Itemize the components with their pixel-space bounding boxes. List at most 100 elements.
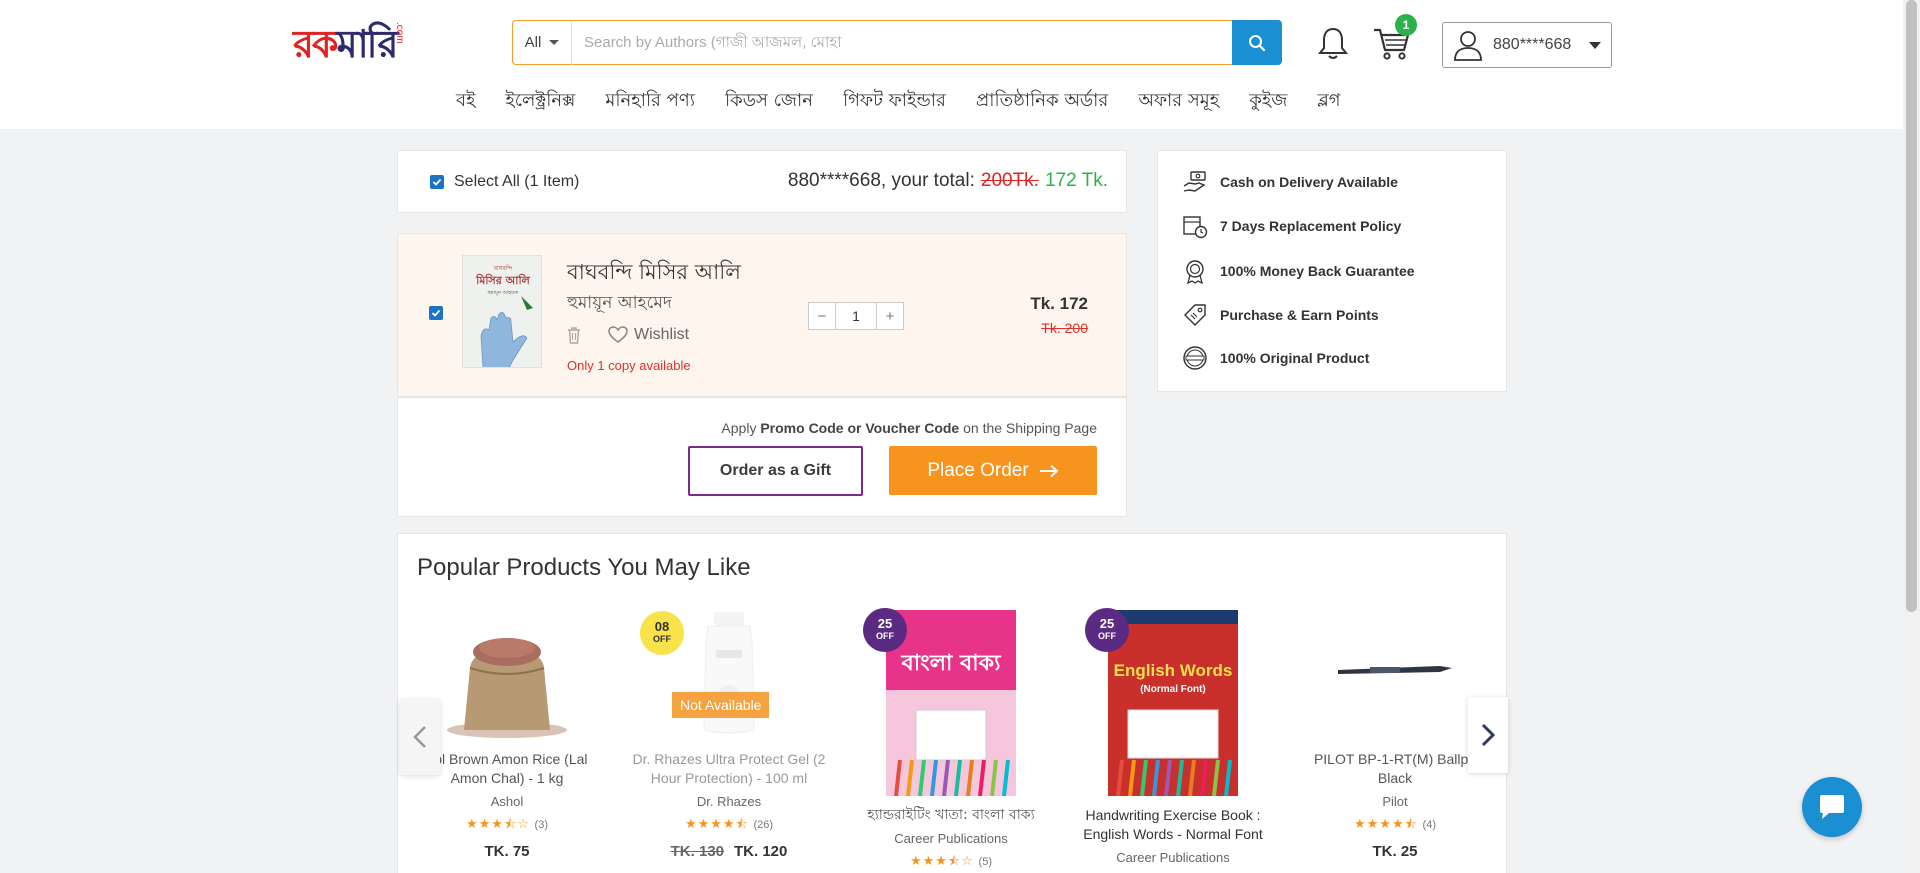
wishlist-button[interactable]: Wishlist: [608, 326, 689, 344]
nav-item-electronics[interactable]: ইলেক্ট্রনিক্স: [505, 86, 575, 117]
product-name[interactable]: Dr. Rhazes Ultra Protect Gel (2: [629, 750, 829, 769]
nav-item-institutional-order[interactable]: প্রাতিষ্ঠানিক অর্ডার: [976, 86, 1108, 117]
checkout-actions: Apply Promo Code or Voucher Code on the …: [397, 397, 1127, 517]
discount-badge: 08 OFF: [640, 611, 684, 655]
product-brand: Pilot: [1382, 794, 1408, 809]
quantity-increase-button[interactable]: +: [876, 302, 904, 330]
product-image[interactable]: [442, 610, 572, 740]
star-rating: ★★★★⯪: [1353, 816, 1418, 831]
item-price-now: Tk. 172: [1030, 294, 1088, 313]
product-image[interactable]: [1330, 610, 1460, 740]
notification-bell-icon[interactable]: [1316, 25, 1350, 61]
search-category-select[interactable]: All: [512, 20, 572, 65]
search-input[interactable]: [572, 20, 1232, 65]
item-price-was: Tk. 200: [1041, 320, 1088, 336]
nav-item-quiz[interactable]: কুইজ: [1249, 86, 1287, 117]
rating-stars: ★★★★⯪ (26): [629, 815, 829, 837]
rating-stars: ★★★★⯪ (4): [1295, 815, 1495, 837]
star-rating: ★★★★⯪: [684, 816, 749, 831]
account-menu-button[interactable]: 880****668: [1442, 22, 1612, 68]
search-button[interactable]: [1232, 20, 1282, 65]
star-rating: ★★★⯪☆: [909, 853, 974, 868]
cover-title: English Words: [1114, 661, 1233, 680]
total-discounted-price: 172 Tk.: [1044, 170, 1108, 191]
book-title[interactable]: বাঘবন্দি মিসির আলি: [567, 256, 741, 291]
nav-item-books[interactable]: বই: [456, 86, 475, 117]
logo-suffix: .com: [394, 22, 405, 44]
user-avatar-icon: [1454, 31, 1482, 61]
promo-code-hint: Promo Code or Voucher Code: [760, 420, 960, 436]
carousel-prev-button[interactable]: [400, 699, 440, 775]
badge-off-label: OFF: [653, 634, 671, 644]
nav-item-stationery[interactable]: মনিহারি পণ্য: [605, 86, 695, 117]
nav-item-blog[interactable]: ব্লগ: [1317, 86, 1340, 117]
product-card[interactable]: English Words (Normal Font) 25 OFF Handwr…: [1073, 608, 1273, 865]
logo-text-part-1: রক: [293, 22, 338, 66]
nav-item-gift-finder[interactable]: গিফট ফাইন্ডার: [843, 86, 946, 117]
logo-text-part-2: মারি: [336, 22, 399, 66]
product-name[interactable]: PILOT BP-1-RT(M) Ballpe: [1295, 750, 1495, 769]
nav-item-offers[interactable]: অফার সমূহ: [1138, 86, 1219, 117]
checkbox-checked-icon[interactable]: [430, 175, 444, 189]
chevron-left-icon: [413, 726, 426, 748]
site-header: রকমারি .com All 1 880****668 বই ইলেক্ট্র…: [0, 0, 1903, 129]
product-price: TK. 130 TK. 120: [629, 843, 829, 860]
discount-badge: 25 OFF: [863, 608, 907, 652]
scrollbar-thumb[interactable]: [1906, 0, 1917, 612]
cover-title: বাংলা বাক্য: [901, 651, 1003, 676]
book-author[interactable]: হুমায়ূন আহমেদ: [567, 290, 672, 318]
perk-cash-on-delivery: Cash on Delivery Available: [1182, 169, 1398, 195]
product-old-price: TK. 130: [670, 843, 724, 860]
badge-off-label: OFF: [1098, 631, 1116, 641]
main-nav: বই ইলেক্ট্রনিক্স মনিহারি পণ্য কিডস জোন গ…: [456, 86, 1341, 117]
product-new-price: TK. 120: [734, 843, 788, 860]
quantity-value[interactable]: 1: [836, 302, 876, 330]
perk-money-back: 100% Money Back Guarantee: [1182, 258, 1415, 284]
original-seal-icon: [1183, 346, 1207, 370]
rokomari-logo[interactable]: রকমারি .com: [293, 20, 405, 68]
quantity-stepper: − 1 +: [808, 302, 904, 330]
product-brand: Ashol: [490, 794, 524, 809]
product-card[interactable]: 08 OFF Not Available Dr. Rhazes Ultra Pro…: [629, 610, 829, 860]
rating-stars: ★★★⯪☆ (5): [851, 852, 1051, 873]
promo-suffix: on the Shipping Page: [959, 420, 1097, 436]
select-all-label: Select All (1 Item): [454, 173, 580, 190]
discount-value: 25: [877, 616, 893, 631]
product-name-line-2[interactable]: English Words - Normal Font: [1073, 825, 1273, 844]
product-card[interactable]: PILOT BP-1-RT(M) Ballpe Black Pilot ★★★★…: [1295, 610, 1495, 860]
perk-label: 100% Money Back Guarantee: [1220, 263, 1415, 279]
perk-earn-points: Purchase & Earn Points: [1182, 302, 1379, 328]
select-all-checkbox[interactable]: Select All (1 Item): [430, 173, 579, 191]
perk-label: 7 Days Replacement Policy: [1220, 218, 1402, 234]
not-available-tag: Not Available: [672, 692, 770, 718]
cart-summary-bar: Select All (1 Item) 880****668, your tot…: [397, 150, 1127, 213]
cover-title-small: বাঘবন্দি: [493, 265, 513, 272]
nav-item-kids-zone[interactable]: কিডস জোন: [725, 86, 813, 117]
trash-icon[interactable]: [566, 326, 582, 344]
book-cover-image[interactable]: বাঘবন্দি মিসির আলি হুমায়ূন আহমেদ: [462, 255, 542, 368]
carousel-next-button[interactable]: [1468, 697, 1508, 773]
chevron-down-icon: [549, 40, 560, 45]
rating-count: (3): [534, 819, 548, 831]
place-order-button[interactable]: Place Order: [889, 446, 1097, 495]
stock-note: Only 1 copy available: [567, 358, 691, 373]
product-card[interactable]: বাংলা বাক্য 25 OFF হ্যান্ডরাইটিং খাতা: বা…: [851, 608, 1051, 873]
order-as-gift-button[interactable]: Order as a Gift: [688, 446, 863, 496]
product-brand: Career Publications: [894, 831, 1008, 846]
perk-label: 100% Original Product: [1220, 350, 1370, 366]
perks-panel: Cash on Delivery Available 7 Days Replac…: [1157, 150, 1507, 392]
product-name[interactable]: Handwriting Exercise Book :: [1073, 806, 1273, 825]
product-name-line-2[interactable]: Hour Protection) - 100 ml: [629, 769, 829, 788]
perk-label: Purchase & Earn Points: [1220, 307, 1379, 323]
cover-author: হুমায়ূন আহমেদ: [487, 290, 519, 296]
replacement-box-icon: [1183, 216, 1208, 239]
money-back-badge-icon: [1186, 260, 1204, 284]
product-name[interactable]: হ্যান্ডরাইটিং খাতা: বাংলা বাক্য: [851, 806, 1051, 825]
product-name-line-2[interactable]: Black: [1295, 769, 1495, 788]
item-checkbox[interactable]: [429, 306, 443, 320]
search-category-label: All: [524, 34, 542, 51]
chat-button[interactable]: [1802, 777, 1862, 837]
quantity-decrease-button[interactable]: −: [808, 302, 836, 330]
product-price: TK. 75: [484, 843, 530, 860]
page-scrollbar[interactable]: [1903, 0, 1920, 873]
